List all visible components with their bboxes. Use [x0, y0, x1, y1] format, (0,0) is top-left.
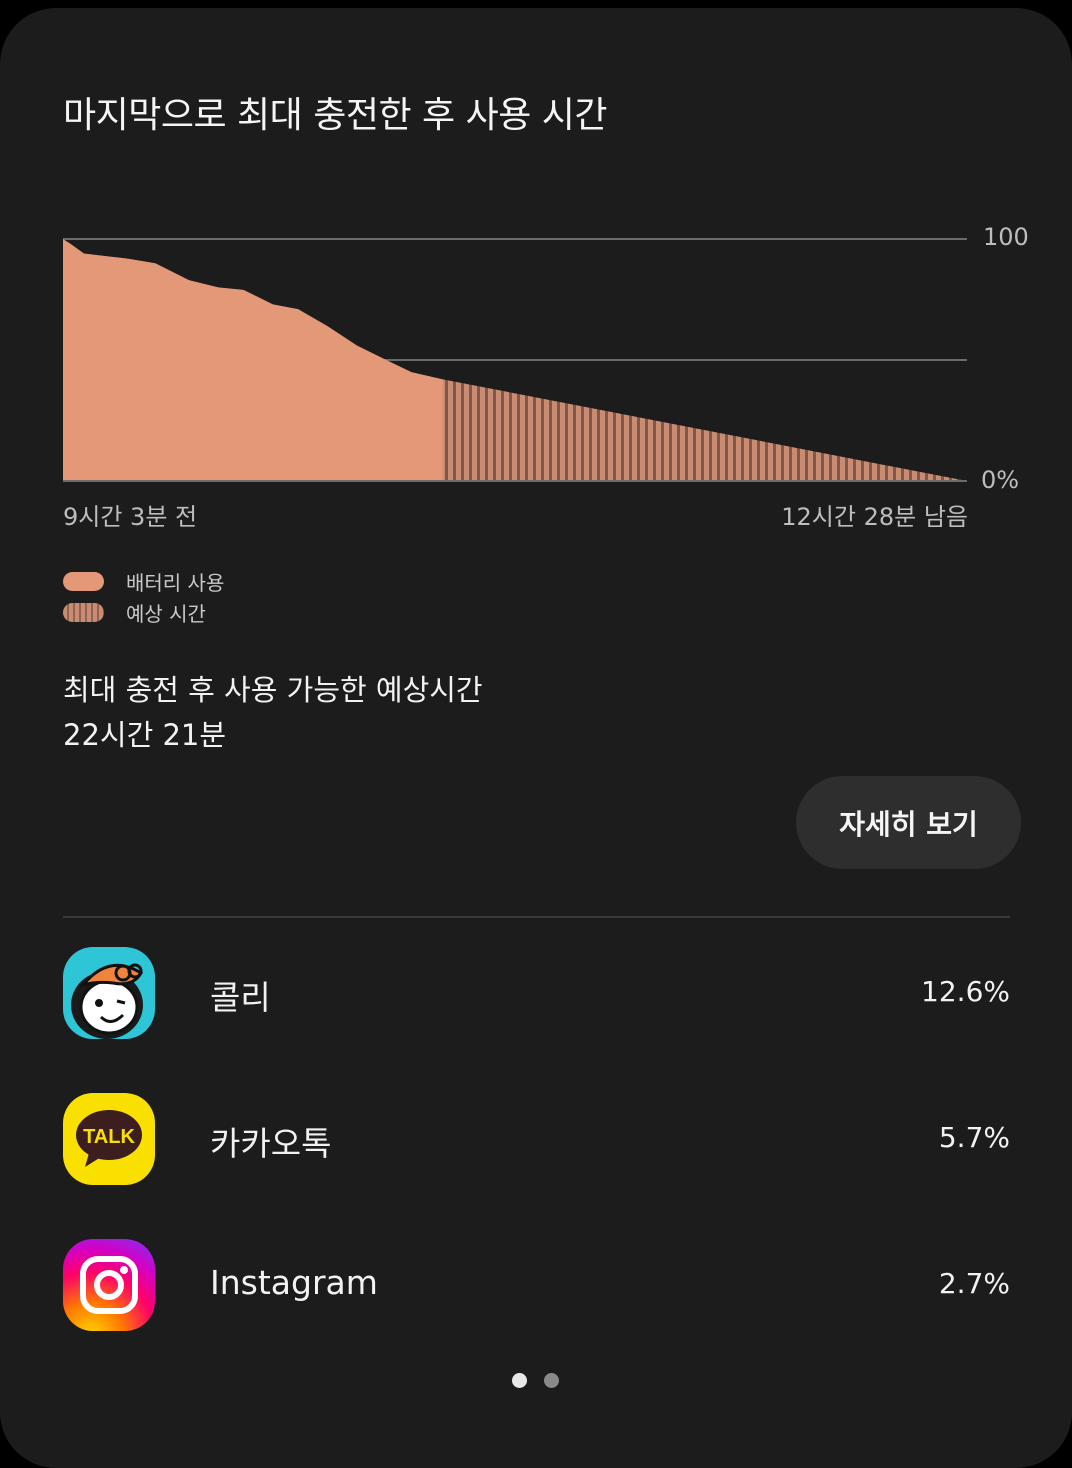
- estimate-summary-value: 22시간 21분: [63, 718, 227, 752]
- app-name: Instagram: [210, 1263, 378, 1302]
- estimate-summary: 최대 충전 후 사용 가능한 예상시간 22시간 21분: [63, 668, 483, 758]
- y-axis-bottom-label: 0%: [981, 466, 1020, 494]
- chart-legend: 배터리 사용 예상 시간: [63, 566, 224, 628]
- view-details-button[interactable]: 자세히 보기: [796, 776, 1021, 869]
- page-dot-inactive[interactable]: [544, 1373, 559, 1388]
- legend-item-usage: 배터리 사용: [63, 566, 224, 597]
- page-dot-active[interactable]: [512, 1373, 527, 1388]
- estimate-area-series: [442, 379, 967, 481]
- kolly-app-icon: [63, 947, 155, 1039]
- app-row-instagram[interactable]: Instagram 2.7%: [63, 1239, 1010, 1331]
- app-usage-percent: 12.6%: [921, 975, 1010, 1008]
- app-usage-percent: 5.7%: [938, 1121, 1010, 1154]
- app-row-kolly[interactable]: 콜리 12.6%: [63, 947, 1010, 1039]
- legend-estimate-label: 예상 시간: [126, 602, 206, 626]
- y-axis-top-label: 100: [983, 223, 1029, 251]
- kakaotalk-icon-text: TALK: [83, 1126, 135, 1148]
- usage-area-series: [63, 239, 443, 481]
- app-name: 콜리: [210, 978, 271, 1017]
- legend-usage-label: 배터리 사용: [126, 571, 225, 595]
- x-axis-right-label: 12시간 28분 남음: [781, 503, 968, 531]
- usage-swatch: [63, 572, 104, 591]
- page-indicator: [512, 1373, 576, 1388]
- instagram-app-icon: [63, 1239, 155, 1331]
- app-name: 카카오톡: [210, 1124, 332, 1163]
- x-axis-left-label: 9시간 3분 전: [63, 503, 198, 531]
- app-usage-percent: 2.7%: [938, 1267, 1010, 1300]
- section-divider: [63, 916, 1010, 918]
- kakaotalk-app-icon: TALK: [63, 1093, 155, 1185]
- app-row-kakaotalk[interactable]: TALK 카카오톡 5.7%: [63, 1093, 1010, 1185]
- battery-chart: [63, 238, 967, 482]
- legend-item-estimate: 예상 시간: [63, 597, 224, 628]
- estimate-swatch: [63, 603, 104, 622]
- estimate-summary-label: 최대 충전 후 사용 가능한 예상시간: [63, 673, 483, 707]
